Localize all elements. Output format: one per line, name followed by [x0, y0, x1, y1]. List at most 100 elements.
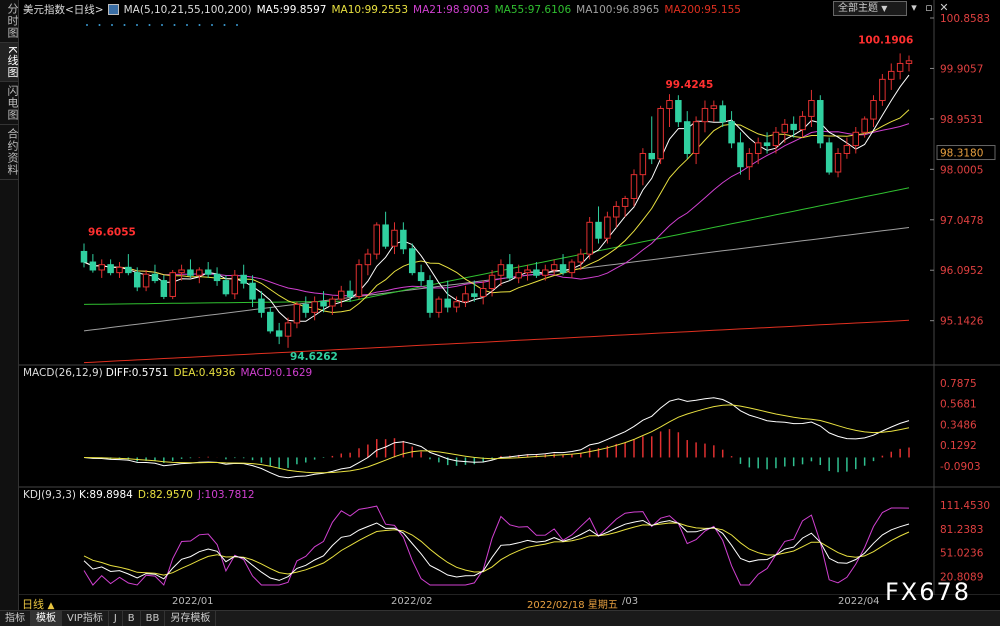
- candle: [896, 62, 904, 72]
- candle: [346, 290, 354, 297]
- macd-value: MACD:0.1629: [240, 367, 313, 379]
- candle: [311, 301, 318, 313]
- kdj-params: KDJ(9,3,3): [23, 489, 76, 501]
- candle: [382, 224, 389, 247]
- candle: [107, 264, 114, 274]
- candle: [737, 142, 744, 168]
- ma100-label: MA100:96.8965: [576, 4, 660, 16]
- x-tick-apr: 2022/04: [838, 596, 880, 607]
- tab-bb[interactable]: BB: [141, 611, 166, 626]
- candle: [488, 274, 496, 290]
- marker-dot: [173, 24, 176, 26]
- candle: [568, 261, 576, 274]
- kdj-tick-label: 51.0236: [940, 548, 984, 560]
- marker-dot: [98, 24, 101, 26]
- tab-indicator[interactable]: 指标: [0, 611, 31, 626]
- candle: [293, 303, 301, 324]
- candle: [648, 152, 655, 160]
- tab-vip-indicator[interactable]: VIP指标: [62, 611, 109, 626]
- candle: [550, 264, 558, 271]
- marker-dot: [148, 24, 151, 26]
- kdj-tick-label: 81.2383: [940, 524, 983, 536]
- candle: [160, 280, 168, 297]
- tab-flash-chart[interactable]: 闪电图: [0, 82, 19, 126]
- candle: [772, 131, 780, 147]
- candle: [169, 272, 176, 297]
- kdj-d: D:82.9570: [137, 489, 193, 501]
- marker-dot: [198, 24, 201, 26]
- tab-j[interactable]: J: [109, 611, 123, 626]
- candle: [861, 118, 868, 133]
- candle: [524, 269, 531, 274]
- candle: [506, 264, 514, 279]
- candle: [754, 142, 762, 154]
- candle: [400, 229, 407, 250]
- kdj-tick-label: 111.4530: [940, 500, 990, 512]
- candle: [675, 100, 682, 123]
- tab-kline[interactable]: K线图: [0, 43, 19, 83]
- chart-area[interactable]: 100.1906 99.4245 96.6055 94.6262 100.8583 99…: [19, 0, 1000, 596]
- candle: [275, 330, 283, 337]
- x-tick-jan: 2022/01: [172, 596, 214, 607]
- candle: [462, 293, 469, 303]
- candle: [240, 274, 247, 284]
- candle: [125, 266, 132, 274]
- candle: [781, 123, 789, 133]
- x-tick-mar: /03: [622, 596, 639, 607]
- marker-dot: [161, 24, 163, 26]
- candle: [577, 253, 585, 263]
- candle: [808, 100, 815, 117]
- candle: [613, 205, 620, 218]
- kdj-k: K:89.8984: [78, 489, 133, 501]
- candle: [267, 311, 274, 332]
- price-chart[interactable]: 100.190699.424596.605594.6262 100.858399…: [19, 0, 1000, 596]
- macd-tick-label: -0.0903: [940, 461, 981, 473]
- tab-contract-info[interactable]: 合约资料: [0, 125, 19, 181]
- price-annotation: 96.6055: [88, 226, 136, 238]
- macd-legend: MACD(26,12,9) DIFF:0.5751 DEA:0.4936 MACD:0…: [23, 367, 317, 379]
- kdj-legend: KDJ(9,3,3) K:89.8984 D:82.9570 J:103.7812: [23, 489, 260, 501]
- close-button[interactable]: ✕: [937, 1, 951, 15]
- candle: [417, 272, 425, 282]
- theme-dropdown[interactable]: 全部主题 ▼: [833, 1, 907, 16]
- candle: [701, 107, 709, 123]
- tab-b[interactable]: B: [123, 611, 141, 626]
- candle: [249, 282, 256, 300]
- chart-title: 美元指数<日线>: [23, 4, 104, 16]
- price-annotation: 94.6262: [290, 351, 338, 363]
- candle: [231, 274, 239, 295]
- candle: [825, 142, 833, 173]
- ma200-label: MA200:95.155: [664, 4, 741, 16]
- candle: [630, 174, 638, 199]
- kdj-j-line: [83, 505, 910, 586]
- candle: [692, 121, 700, 154]
- main-legend: 美元指数<日线> MA(5,10,21,55,100,200) MA5:99.859…: [23, 2, 746, 17]
- candle: [471, 293, 478, 297]
- macd-dea: DEA:0.4936: [173, 367, 236, 379]
- marker-dot: [211, 24, 213, 26]
- candle: [852, 131, 860, 147]
- candle: [435, 298, 443, 313]
- candle: [284, 322, 292, 337]
- tab-template[interactable]: 模板: [31, 611, 62, 626]
- candle: [391, 229, 398, 247]
- candle: [719, 105, 726, 123]
- watermark: FX678: [885, 578, 972, 606]
- bottom-toolbar: 指标 模板 VIP指标 J B BB 另存模板: [0, 610, 1000, 626]
- tab-timeshare[interactable]: 分时图: [0, 0, 19, 43]
- candle: [479, 288, 487, 297]
- toggle-icon[interactable]: [107, 4, 119, 15]
- candle: [258, 298, 265, 313]
- marker-dot: [136, 24, 138, 26]
- ma200-line: [83, 319, 910, 364]
- candle: [80, 250, 88, 263]
- price-tick-label: 96.0952: [940, 265, 983, 277]
- candle: [728, 121, 735, 144]
- dropdown-button[interactable]: ▾: [907, 1, 921, 15]
- candle: [364, 253, 372, 266]
- ma5-line: [83, 74, 910, 322]
- tab-save-template[interactable]: 另存模板: [165, 611, 217, 626]
- candle: [178, 269, 185, 274]
- left-sidebar: 分时图 K线图 闪电图 合约资料: [0, 0, 19, 610]
- maximize-button[interactable]: ▫: [922, 1, 936, 15]
